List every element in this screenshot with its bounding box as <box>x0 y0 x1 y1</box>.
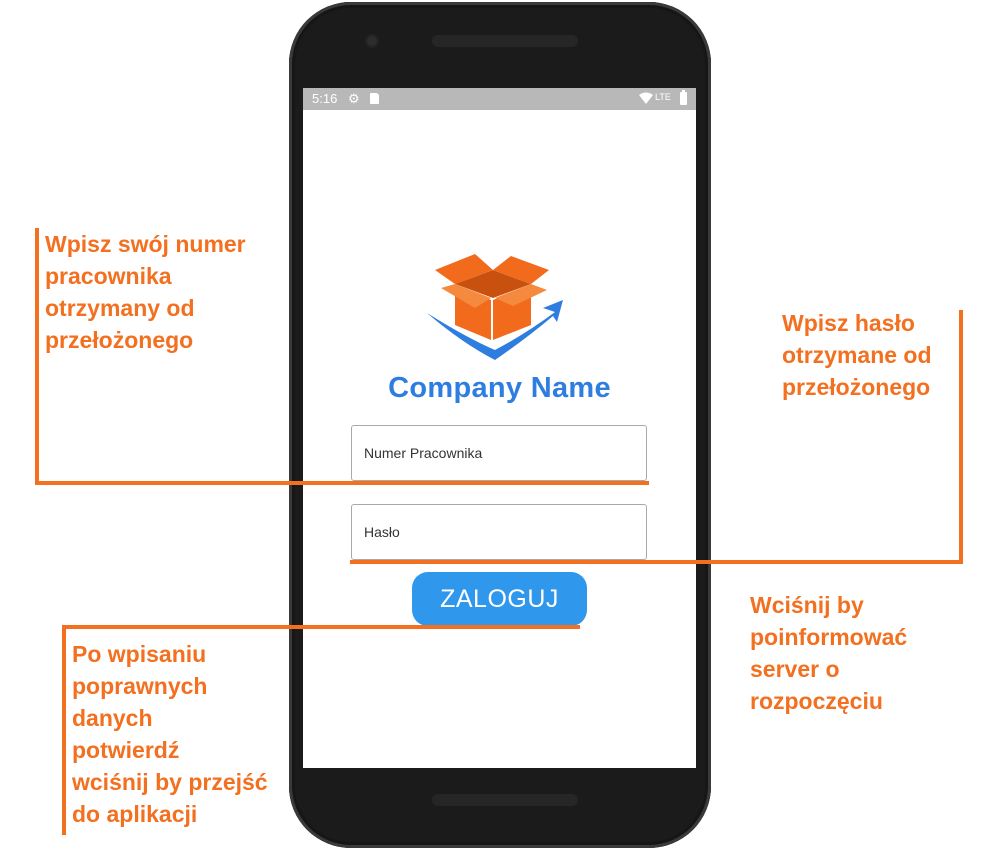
annotation-line: do aplikacji <box>72 801 198 827</box>
top-speaker <box>432 35 578 47</box>
annotation-line: Po wpisaniu <box>72 641 207 667</box>
company-logo <box>427 238 567 368</box>
sd-card-icon <box>370 93 379 104</box>
employee-callout-line-horizontal <box>35 481 649 485</box>
login-callout-line-vertical <box>62 625 66 835</box>
annotation-line: Wciśnij by <box>750 592 864 618</box>
annotation-line: server o <box>750 656 840 682</box>
status-bar: 5:16 ⚙ LTE <box>303 88 696 110</box>
front-camera <box>365 34 379 48</box>
login-callout-line-horizontal <box>62 625 580 629</box>
company-name: Company Name <box>388 372 611 404</box>
annotation-line: przełożonego <box>782 374 931 400</box>
annotation-line: rozpoczęciu <box>750 688 883 714</box>
annotation-line: otrzymany od <box>45 295 195 321</box>
password-callout-line-horizontal <box>350 560 963 564</box>
annotation-line: pracownika <box>45 263 172 289</box>
annotation-line: potwierdź <box>72 737 180 763</box>
settings-icon: ⚙ <box>348 91 360 106</box>
battery-icon <box>680 90 687 105</box>
annotation-line: Wpisz swój numer <box>45 231 246 257</box>
password-annotation: Wpisz hasło otrzymane od przełożonego <box>782 307 982 403</box>
annotation-line: wciśnij by przejść <box>72 769 268 795</box>
bottom-speaker <box>432 794 578 806</box>
annotation-line: otrzymane od <box>782 342 932 368</box>
annotation-line: poinformować <box>750 624 908 650</box>
login-annotation: Po wpisaniu poprawnych danych potwierdź … <box>72 638 297 830</box>
login-button[interactable]: ZALOGUJ <box>412 572 587 626</box>
status-time: 5:16 <box>312 91 338 106</box>
password-input[interactable] <box>351 504 647 560</box>
annotation-line: danych <box>72 705 153 731</box>
server-annotation: Wciśnij by poinformować server o rozpocz… <box>750 589 970 717</box>
network-type: LTE <box>655 92 671 102</box>
annotation-line: Wpisz hasło <box>782 310 915 336</box>
annotation-line: przełożonego <box>45 327 194 353</box>
annotation-line: poprawnych <box>72 673 208 699</box>
employee-number-input[interactable] <box>351 425 647 481</box>
wifi-icon <box>639 92 653 107</box>
employee-callout-line-vertical <box>35 228 39 485</box>
phone-screen: 5:16 ⚙ LTE Company Name ZAL <box>303 88 696 768</box>
employee-number-annotation: Wpisz swój numer pracownika otrzymany od… <box>45 228 285 356</box>
